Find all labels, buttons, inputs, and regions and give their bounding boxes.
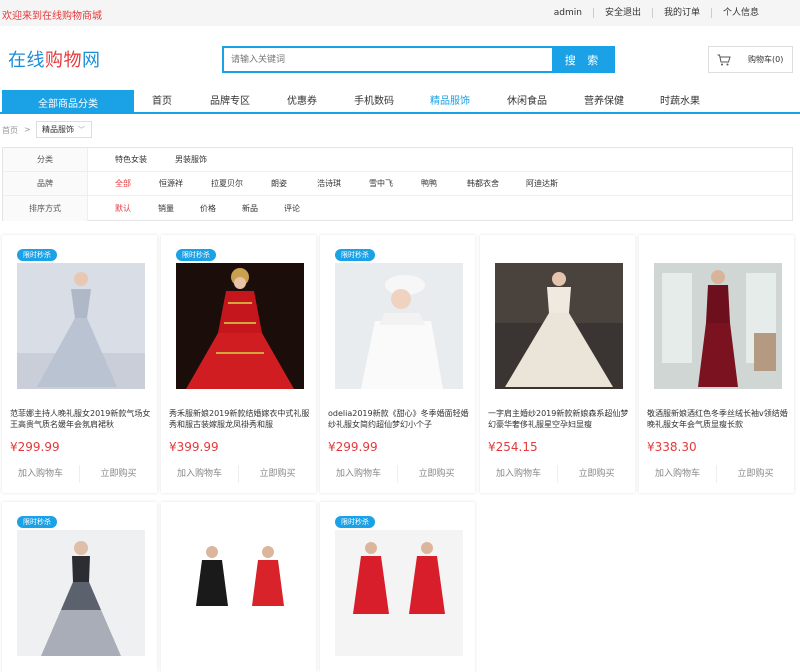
breadcrumb-separator: > (24, 125, 31, 134)
logout-link[interactable]: 安全退出 (592, 8, 652, 18)
nav-item-snacks[interactable]: 休闲食品 (507, 90, 547, 114)
product-image[interactable] (176, 530, 304, 656)
product-image[interactable] (176, 263, 304, 389)
product-card[interactable]: 限时秒杀 (2, 502, 157, 672)
product-card[interactable]: 限时秒杀 odelia2019新款《甜心》冬季婚面轻婚纱礼服女简约超仙梦幻小个子… (320, 235, 475, 493)
filter-label: 分类 (3, 148, 88, 171)
product-card[interactable]: 一字肩主婚纱2019新款新娘森系超仙梦幻豪华奢侈礼服星空孕妇显瘦 ¥254.15… (480, 235, 635, 493)
nav-item-coupons[interactable]: 优惠券 (287, 90, 317, 114)
search-button[interactable]: 搜 索 (552, 46, 615, 73)
top-links: admin 安全退出 我的订单 个人信息 (543, 8, 770, 18)
filter-option[interactable]: 阿迪达斯 (526, 172, 558, 196)
product-card[interactable] (161, 502, 316, 672)
product-image[interactable] (654, 263, 782, 389)
search-input[interactable] (224, 48, 552, 71)
card-actions: 加入购物车 立即购买 (320, 465, 475, 483)
breadcrumb-home[interactable]: 首页 (2, 125, 18, 136)
add-to-cart-button[interactable]: 加入购物车 (639, 465, 717, 483)
breadcrumb-current-dropdown[interactable]: 精品服饰 ﹀ (36, 121, 92, 138)
product-price: ¥338.30 (647, 440, 697, 454)
nav-item-digital[interactable]: 手机数码 (354, 90, 394, 114)
add-to-cart-button[interactable]: 加入购物车 (2, 465, 80, 483)
product-price: ¥299.99 (328, 440, 378, 454)
chevron-down-icon: ﹀ (78, 125, 85, 134)
product-title[interactable]: 敬酒服新娘酒红色冬季丝绒长袖v领结婚晚礼服女年会气质显瘦长款 (647, 408, 789, 430)
flash-sale-badge: 限时秒杀 (17, 249, 57, 261)
filter-option[interactable]: 雪中飞 (369, 172, 393, 196)
all-categories-button[interactable]: 全部商品分类 (2, 90, 134, 114)
add-to-cart-button[interactable]: 加入购物车 (480, 465, 558, 483)
card-actions: 加入购物车 立即购买 (161, 465, 316, 483)
site-logo[interactable]: 在线购物网 (8, 46, 101, 72)
main-nav: 全部商品分类 首页 品牌专区 优惠券 手机数码 精品服饰 休闲食品 营养保健 时… (0, 90, 800, 114)
product-image[interactable] (17, 263, 145, 389)
flash-sale-badge: 限时秒杀 (17, 516, 57, 528)
sort-option[interactable]: 销量 (158, 196, 174, 221)
product-image[interactable] (17, 530, 145, 656)
sort-option[interactable]: 新品 (242, 196, 258, 221)
product-card[interactable]: 限时秒杀 秀禾服新娘2019新款结婚嫁衣中式礼服秀和服古装嫁服龙凤褂秀和服 ¥3… (161, 235, 316, 493)
cart-icon (717, 54, 731, 65)
profile-link[interactable]: 个人信息 (710, 8, 770, 18)
product-image[interactable] (335, 530, 463, 656)
add-to-cart-button[interactable]: 加入购物车 (320, 465, 398, 483)
product-title[interactable]: odelia2019新款《甜心》冬季婚面轻婚纱礼服女简约超仙梦幻小个子 (328, 408, 470, 430)
product-price: ¥299.99 (10, 440, 60, 454)
filter-option-selected[interactable]: 全部 (115, 172, 131, 196)
filter-option[interactable]: 鸭鸭 (421, 172, 437, 196)
filter-option[interactable]: 朗姿 (271, 172, 287, 196)
product-image[interactable] (495, 263, 623, 389)
filter-row-sort: 排序方式 默认 销量 价格 新品 评论 (3, 196, 792, 221)
product-image[interactable] (335, 263, 463, 389)
nav-item-home[interactable]: 首页 (152, 90, 172, 114)
product-card[interactable]: 限时秒杀 (320, 502, 475, 672)
product-card[interactable]: 敬酒服新娘酒红色冬季丝绒长袖v领结婚晚礼服女年会气质显瘦长款 ¥338.30 加… (639, 235, 794, 493)
filter-panel: 分类 特色女装 男装服饰 品牌 全部 恒源祥 拉夏贝尔 朗姿 浩诗琪 雪中飞 鸭… (2, 147, 793, 221)
card-actions: 加入购物车 立即购买 (480, 465, 635, 483)
sort-option[interactable]: 评论 (284, 196, 300, 221)
search-box (222, 46, 552, 73)
buy-now-button[interactable]: 立即购买 (239, 465, 316, 483)
product-price: ¥399.99 (169, 440, 219, 454)
product-card[interactable]: 限时秒杀 范菲娜主持人晚礼服女2019新款气场女王高贵气质名媛年会氛肩裙秋 ¥2… (2, 235, 157, 493)
card-actions: 加入购物车 立即购买 (2, 465, 157, 483)
nav-item-brands[interactable]: 品牌专区 (210, 90, 250, 114)
nav-item-apparel[interactable]: 精品服饰 (430, 90, 470, 114)
filter-option[interactable]: 恒源祥 (159, 172, 183, 196)
top-bar: 欢迎来到在线购物商城 admin 安全退出 我的订单 个人信息 (0, 0, 800, 26)
product-title[interactable]: 秀禾服新娘2019新款结婚嫁衣中式礼服秀和服古装嫁服龙凤褂秀和服 (169, 408, 311, 430)
flash-sale-badge: 限时秒杀 (335, 249, 375, 261)
add-to-cart-button[interactable]: 加入购物车 (161, 465, 239, 483)
welcome-text: 欢迎来到在线购物商城 (2, 11, 102, 22)
filter-row-category: 分类 特色女装 男装服饰 (3, 148, 792, 172)
filter-row-brand: 品牌 全部 恒源祥 拉夏贝尔 朗姿 浩诗琪 雪中飞 鸭鸭 韩都衣舍 阿迪达斯 (3, 172, 792, 196)
filter-label: 排序方式 (3, 196, 88, 221)
orders-link[interactable]: 我的订单 (651, 8, 711, 18)
nav-item-fruits[interactable]: 时蔬水果 (660, 90, 700, 114)
sort-option-selected[interactable]: 默认 (115, 196, 131, 221)
buy-now-button[interactable]: 立即购买 (398, 465, 475, 483)
buy-now-button[interactable]: 立即购买 (717, 465, 794, 483)
cart-label: 购物车(0) (748, 55, 784, 64)
flash-sale-badge: 限时秒杀 (335, 516, 375, 528)
product-title[interactable]: 一字肩主婚纱2019新款新娘森系超仙梦幻豪华奢侈礼服星空孕妇显瘦 (488, 408, 630, 430)
filter-option[interactable]: 拉夏贝尔 (211, 172, 243, 196)
filter-option[interactable]: 特色女装 (115, 148, 147, 172)
nav-item-health[interactable]: 营养保健 (584, 90, 624, 114)
filter-option[interactable]: 韩都衣舍 (467, 172, 499, 196)
buy-now-button[interactable]: 立即购买 (558, 465, 635, 483)
sort-option[interactable]: 价格 (200, 196, 216, 221)
filter-option[interactable]: 男装服饰 (175, 148, 207, 172)
cart-button[interactable]: 购物车(0) (708, 46, 793, 73)
filter-label: 品牌 (3, 172, 88, 195)
buy-now-button[interactable]: 立即购买 (80, 465, 157, 483)
flash-sale-badge: 限时秒杀 (176, 249, 216, 261)
product-price: ¥254.15 (488, 440, 538, 454)
user-link[interactable]: admin (543, 8, 593, 18)
card-actions: 加入购物车 立即购买 (639, 465, 794, 483)
product-title[interactable]: 范菲娜主持人晚礼服女2019新款气场女王高贵气质名媛年会氛肩裙秋 (10, 408, 152, 430)
filter-option[interactable]: 浩诗琪 (317, 172, 341, 196)
